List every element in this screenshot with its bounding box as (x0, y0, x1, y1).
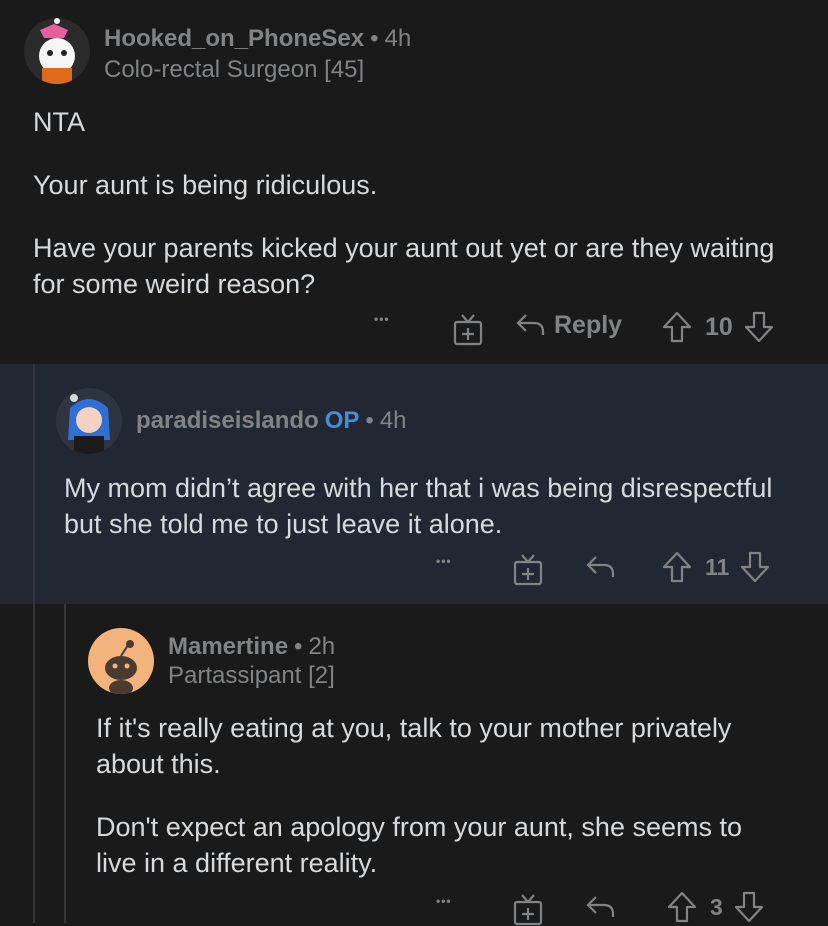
separator-dot: • (294, 633, 303, 660)
timestamp: 4h (384, 25, 412, 52)
more-button[interactable]: ••• (436, 894, 452, 908)
upvote-icon[interactable] (666, 890, 698, 924)
upvote-icon[interactable] (661, 550, 693, 584)
author-name[interactable]: Mamertine (168, 633, 288, 660)
reply-button[interactable] (584, 892, 616, 922)
vote-controls: 10 (661, 310, 775, 344)
comment-body: My mom didn’t agree with her that i was … (64, 470, 784, 542)
thread-line[interactable] (64, 604, 66, 923)
comment-body: NTA Your aunt is being ridiculous. Have … (33, 104, 793, 302)
timestamp: 2h (308, 633, 336, 660)
paragraph: Have your parents kicked your aunt out y… (33, 233, 775, 299)
thread-line[interactable] (33, 604, 35, 923)
reply-icon (516, 314, 545, 335)
user-flair: Partassipant [2] (168, 662, 335, 689)
score: 3 (710, 893, 723, 920)
paragraph: Don't expect an apology from your aunt, … (96, 812, 743, 878)
user-flair: Colo-rectal Surgeon [45] (104, 56, 365, 83)
avatar[interactable] (56, 388, 122, 454)
reply-icon (586, 896, 615, 917)
comment-body: If it's really eating at you, talk to yo… (96, 710, 776, 881)
author-name[interactable]: paradiseislando (136, 407, 319, 434)
score: 10 (705, 312, 733, 341)
award-icon (513, 894, 543, 926)
comment-meta: paradiseislando OP • 4h (136, 406, 407, 436)
vote-controls: 3 (666, 890, 765, 924)
award-button[interactable] (452, 312, 484, 346)
paragraph: NTA (33, 107, 85, 137)
score: 11 (705, 553, 730, 580)
avatar[interactable] (24, 18, 90, 84)
more-icon: ••• (374, 312, 390, 326)
avatar[interactable] (88, 628, 154, 694)
comment-meta: Mamertine • 2h (168, 632, 335, 662)
award-icon (513, 554, 543, 586)
timestamp: 4h (379, 407, 407, 434)
award-button[interactable] (512, 892, 544, 926)
vote-controls: 11 (661, 550, 771, 584)
more-button[interactable]: ••• (374, 312, 390, 326)
op-badge: OP (324, 407, 360, 434)
more-icon: ••• (436, 554, 452, 568)
paragraph: My mom didn’t agree with her that i was … (64, 473, 773, 539)
reply-icon (586, 556, 615, 577)
author-name[interactable]: Hooked_on_PhoneSex (104, 25, 364, 52)
upvote-icon[interactable] (661, 310, 693, 344)
separator-dot: • (370, 25, 379, 52)
separator-dot: • (365, 407, 374, 434)
comment-1: Hooked_on_PhoneSex • 4h Colo-rectal Surgeo… (0, 0, 828, 364)
comment-3: Mamertine • 2h Partassipant [2] If it's re… (0, 604, 828, 926)
downvote-icon[interactable] (733, 890, 765, 924)
thread-line[interactable] (33, 364, 35, 604)
paragraph: If it's really eating at you, talk to yo… (96, 713, 732, 779)
downvote-icon[interactable] (739, 550, 771, 584)
reply-button[interactable]: Reply (514, 310, 622, 340)
more-icon: ••• (436, 894, 452, 908)
more-button[interactable]: ••• (436, 554, 452, 568)
award-icon (453, 314, 483, 346)
reply-button[interactable] (584, 552, 616, 582)
comment-meta: Hooked_on_PhoneSex • 4h (104, 24, 411, 54)
award-button[interactable] (512, 552, 544, 586)
reply-label: Reply (554, 310, 623, 339)
comment-2: paradiseislando OP • 4h My mom didn’t agree… (0, 364, 828, 604)
downvote-icon[interactable] (743, 310, 775, 344)
paragraph: Your aunt is being ridiculous. (33, 170, 378, 200)
